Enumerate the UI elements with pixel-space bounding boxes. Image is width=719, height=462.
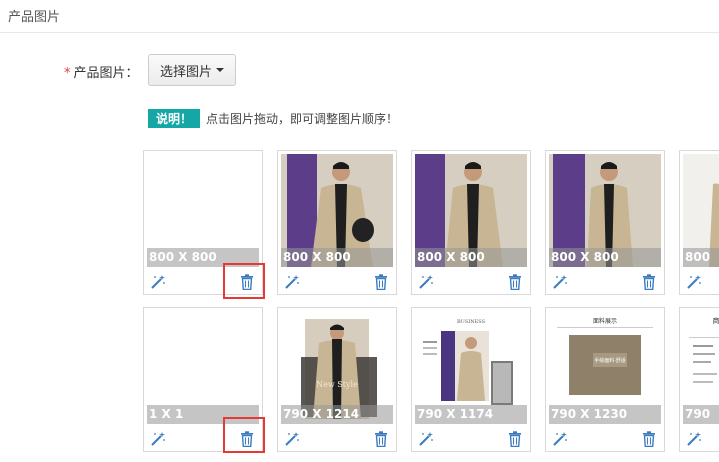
image-thumb[interactable]: 800 X 800: [549, 154, 661, 267]
image-card[interactable]: New Style 790 X 1214: [277, 307, 397, 452]
magic-wand-icon[interactable]: [284, 431, 300, 447]
trash-icon[interactable]: [508, 274, 522, 290]
card-actions: [278, 426, 396, 451]
image-size-label: 800 X: [683, 248, 719, 267]
image-card[interactable]: 800 X 800: [411, 150, 531, 295]
select-image-label: 选择图片: [159, 64, 212, 80]
magic-wand-icon[interactable]: [284, 274, 300, 290]
magic-wand-icon[interactable]: [686, 274, 702, 290]
card-actions: [546, 269, 664, 294]
trash-icon[interactable]: [642, 274, 656, 290]
magic-wand-icon[interactable]: [418, 431, 434, 447]
magic-wand-icon[interactable]: [552, 274, 568, 290]
caret-down-icon: [216, 68, 224, 72]
image-card[interactable]: 商 790 X: [679, 307, 719, 452]
image-thumb[interactable]: BUSINESS 790 X 1174: [415, 311, 527, 424]
magic-wand-icon[interactable]: [552, 431, 568, 447]
card-actions: [278, 269, 396, 294]
highlight-box: [223, 417, 265, 453]
section-title: 产品图片: [8, 10, 61, 25]
image-card[interactable]: BUSINESS 790 X 1174: [411, 307, 531, 452]
card-actions: [680, 269, 719, 294]
image-thumb[interactable]: 800 X: [683, 154, 719, 267]
image-card[interactable]: 面料展示 手绘面料·舒适 790 X 1230: [545, 307, 665, 452]
image-thumb[interactable]: 800 X 800: [281, 154, 393, 267]
highlight-box: [223, 263, 265, 299]
image-card[interactable]: 800 X 800: [545, 150, 665, 295]
poster-text: New Style: [316, 380, 358, 389]
image-thumb[interactable]: 800 X 800: [147, 154, 259, 267]
field-label: * 产品图片：: [64, 62, 139, 81]
magic-wand-icon[interactable]: [686, 431, 702, 447]
trash-icon[interactable]: [374, 431, 388, 447]
image-size-label: 790 X 1174: [415, 405, 527, 424]
banner-caption: 手绘面料·舒适: [594, 357, 626, 364]
image-thumb[interactable]: 商 790 X: [683, 311, 719, 424]
note-badge: 说明！: [148, 109, 201, 128]
field-label-text: 产品图片：: [73, 66, 139, 81]
image-thumb[interactable]: New Style 790 X 1214: [281, 311, 393, 424]
note-text: 点击图片拖动，即可调整图片顺序！: [206, 112, 399, 126]
image-card[interactable]: 800 X 800: [277, 150, 397, 295]
image-size-label: 790 X: [683, 405, 719, 424]
doc-title: 商: [713, 316, 719, 325]
image-thumb[interactable]: 800 X 800: [415, 154, 527, 267]
card-actions: [412, 269, 530, 294]
trash-icon[interactable]: [642, 431, 656, 447]
magazine-title: BUSINESS: [457, 319, 486, 325]
magic-wand-icon[interactable]: [418, 274, 434, 290]
trash-icon[interactable]: [374, 274, 388, 290]
select-image-button[interactable]: 选择图片: [148, 54, 236, 86]
magic-wand-icon[interactable]: [150, 431, 166, 447]
image-size-label: 800 X 800: [281, 248, 393, 267]
image-size-label: 800 X 800: [415, 248, 527, 267]
card-actions: [680, 426, 719, 451]
image-thumb[interactable]: 1 X 1: [147, 311, 259, 424]
image-card[interactable]: 800 X: [679, 150, 719, 295]
trash-icon[interactable]: [508, 431, 522, 447]
note: 说明！ 点击图片拖动，即可调整图片顺序！: [148, 109, 398, 128]
magic-wand-icon[interactable]: [150, 274, 166, 290]
required-mark: *: [64, 66, 71, 81]
divider: [0, 32, 719, 33]
image-size-label: 790 X 1230: [549, 405, 661, 424]
image-size-label: 790 X 1214: [281, 405, 393, 424]
image-size-label: 800 X 800: [549, 248, 661, 267]
card-actions: [412, 426, 530, 451]
image-thumb[interactable]: 面料展示 手绘面料·舒适 790 X 1230: [549, 311, 661, 424]
card-actions: [546, 426, 664, 451]
banner-title: 面料展示: [593, 317, 617, 325]
